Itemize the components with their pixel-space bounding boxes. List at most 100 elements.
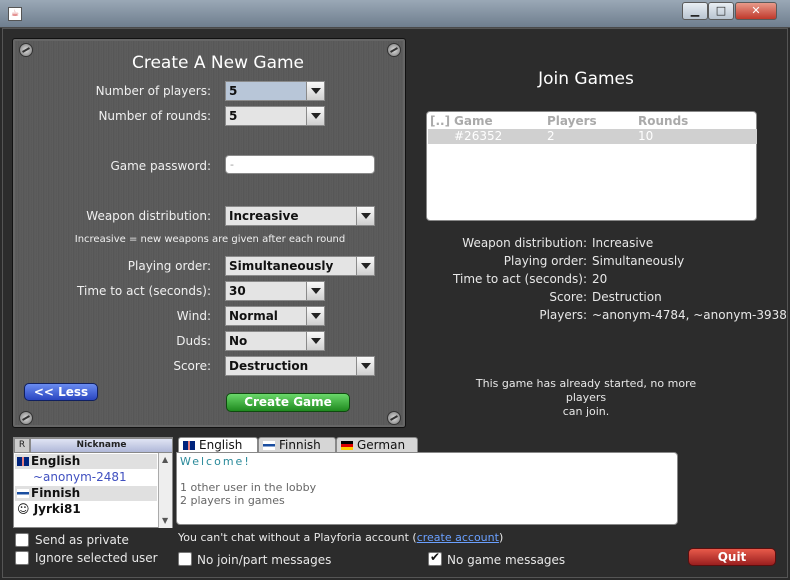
group-english: English bbox=[15, 454, 157, 469]
weapon-label: Weapon distribution: bbox=[86, 209, 211, 223]
chevron-down-icon bbox=[356, 257, 374, 275]
notice-text: You can't chat without a Playforia accou… bbox=[178, 531, 417, 544]
col-header-rounds[interactable]: Rounds bbox=[638, 114, 688, 128]
screw-icon bbox=[387, 43, 401, 57]
detail-players-label: Players: bbox=[539, 308, 587, 322]
detail-score-label: Score: bbox=[549, 290, 587, 304]
send-private-checkbox[interactable] bbox=[15, 533, 29, 547]
detail-order-label: Playing order: bbox=[503, 254, 587, 268]
scrollbar[interactable]: ▲ ▼ bbox=[158, 453, 172, 528]
create-account-link[interactable]: create account bbox=[417, 531, 499, 544]
detail-time-value: 20 bbox=[592, 272, 608, 286]
wind-value: Normal bbox=[229, 309, 278, 323]
detail-weapon-value: Increasive bbox=[592, 236, 654, 250]
rounds-select[interactable]: 5 bbox=[225, 106, 325, 126]
password-field[interactable]: - bbox=[225, 155, 375, 174]
less-button[interactable]: << Less bbox=[24, 383, 98, 401]
create-title: Create A New Game bbox=[131, 53, 305, 73]
detail-score-value: Destruction bbox=[592, 290, 662, 304]
row-game: #26352 bbox=[454, 129, 503, 143]
list-item[interactable]: ☺ Jyrki81 bbox=[17, 502, 81, 517]
weapon-hint: Increasive = new weapons are given after… bbox=[74, 234, 346, 245]
tab-finnish[interactable]: Finnish bbox=[258, 437, 336, 453]
order-select[interactable]: Simultaneously bbox=[225, 256, 375, 276]
time-value: 30 bbox=[229, 284, 246, 298]
row-rounds: 10 bbox=[638, 129, 654, 143]
players-select[interactable]: 5 bbox=[225, 81, 325, 101]
quit-button[interactable]: Quit bbox=[688, 548, 776, 566]
chat-line: 1 other user in the lobby bbox=[180, 481, 317, 494]
tab-label: English bbox=[199, 438, 243, 452]
detail-time-label: Time to act (seconds): bbox=[453, 272, 587, 286]
chevron-down-icon bbox=[306, 282, 324, 300]
score-label: Score: bbox=[173, 359, 211, 373]
title-bar: ☕ ▁ □ ✕ bbox=[0, 0, 790, 28]
chat-line: 2 players in games bbox=[180, 494, 285, 507]
close-button[interactable]: ✕ bbox=[735, 2, 777, 20]
notice-end: ) bbox=[498, 531, 504, 544]
screw-icon bbox=[19, 43, 33, 57]
screw-icon bbox=[387, 411, 401, 425]
time-label: Time to act (seconds): bbox=[77, 284, 211, 298]
rank-header[interactable]: R bbox=[14, 438, 30, 453]
create-game-button[interactable]: Create Game bbox=[226, 393, 350, 412]
game-status-line2: can join. bbox=[562, 405, 610, 418]
ignore-user-label: Ignore selected user bbox=[35, 551, 158, 565]
chevron-down-icon bbox=[306, 332, 324, 350]
uk-flag-icon bbox=[17, 457, 29, 466]
wind-label: Wind: bbox=[176, 309, 211, 323]
weapon-select[interactable]: Increasive bbox=[225, 206, 375, 226]
rounds-value: 5 bbox=[229, 109, 238, 123]
duds-select[interactable]: No bbox=[225, 331, 325, 351]
rounds-label: Number of rounds: bbox=[98, 109, 211, 123]
weapon-value: Increasive bbox=[229, 209, 299, 223]
chevron-down-icon bbox=[306, 82, 324, 100]
group-label: Finnish bbox=[31, 486, 81, 500]
no-joinpart-label: No join/part messages bbox=[197, 553, 332, 567]
table-row[interactable]: #26352 2 10 bbox=[428, 129, 757, 144]
germany-flag-icon bbox=[341, 441, 353, 450]
detail-weapon-label: Weapon distribution: bbox=[462, 236, 587, 250]
game-status-line1: This game has already started, no more p… bbox=[475, 377, 697, 404]
smiley-icon: ☺ bbox=[17, 502, 30, 516]
wind-select[interactable]: Normal bbox=[225, 306, 325, 326]
no-game-messages-checkbox[interactable] bbox=[428, 550, 442, 566]
scroll-up-icon[interactable]: ▲ bbox=[162, 455, 168, 464]
tab-label: Finnish bbox=[279, 438, 321, 452]
create-game-panel: Create A New Game Number of players: 5 N… bbox=[12, 38, 406, 428]
group-finnish: Finnish bbox=[15, 486, 157, 501]
time-select[interactable]: 30 bbox=[225, 281, 325, 301]
finland-flag-icon bbox=[263, 441, 275, 450]
chat-area[interactable]: Welcome! 1 other user in the lobby 2 pla… bbox=[176, 452, 678, 525]
chevron-down-icon bbox=[356, 357, 374, 375]
players-value: 5 bbox=[229, 84, 238, 98]
players-label: Number of players: bbox=[95, 84, 211, 98]
no-joinpart-checkbox[interactable] bbox=[178, 552, 192, 566]
screw-icon bbox=[19, 411, 33, 425]
order-value: Simultaneously bbox=[229, 259, 334, 273]
score-select[interactable]: Destruction bbox=[225, 356, 375, 376]
detail-players-value: ~anonym-4784, ~anonym-3938 bbox=[592, 308, 787, 322]
tab-german[interactable]: German bbox=[336, 437, 418, 453]
nickname-header[interactable]: Nickname bbox=[30, 438, 173, 453]
duds-label: Duds: bbox=[176, 334, 211, 348]
detail-order-value: Simultaneously bbox=[592, 254, 685, 268]
maximize-button[interactable]: □ bbox=[708, 2, 734, 20]
send-private-label: Send as private bbox=[35, 533, 129, 547]
col-header-players[interactable]: Players bbox=[547, 114, 597, 128]
nickname-list[interactable]: R Nickname English ~anonym-2481 Finnish … bbox=[13, 437, 173, 528]
minimize-button[interactable]: ▁ bbox=[682, 2, 708, 20]
order-label: Playing order: bbox=[127, 259, 211, 273]
welcome-message: Welcome! bbox=[180, 455, 251, 468]
scroll-down-icon[interactable]: ▼ bbox=[162, 516, 168, 525]
tab-label: German bbox=[357, 438, 406, 452]
chevron-down-icon bbox=[306, 307, 324, 325]
password-label: Game password: bbox=[110, 159, 211, 173]
col-header-more[interactable]: [..] bbox=[430, 114, 450, 128]
game-list[interactable]: [..] Game Players Rounds #26352 2 10 bbox=[426, 111, 757, 221]
finland-flag-icon bbox=[17, 489, 29, 498]
col-header-game[interactable]: Game bbox=[454, 114, 493, 128]
chevron-down-icon bbox=[306, 107, 324, 125]
list-item[interactable]: ~anonym-2481 bbox=[15, 470, 127, 485]
ignore-user-checkbox[interactable] bbox=[15, 551, 29, 565]
